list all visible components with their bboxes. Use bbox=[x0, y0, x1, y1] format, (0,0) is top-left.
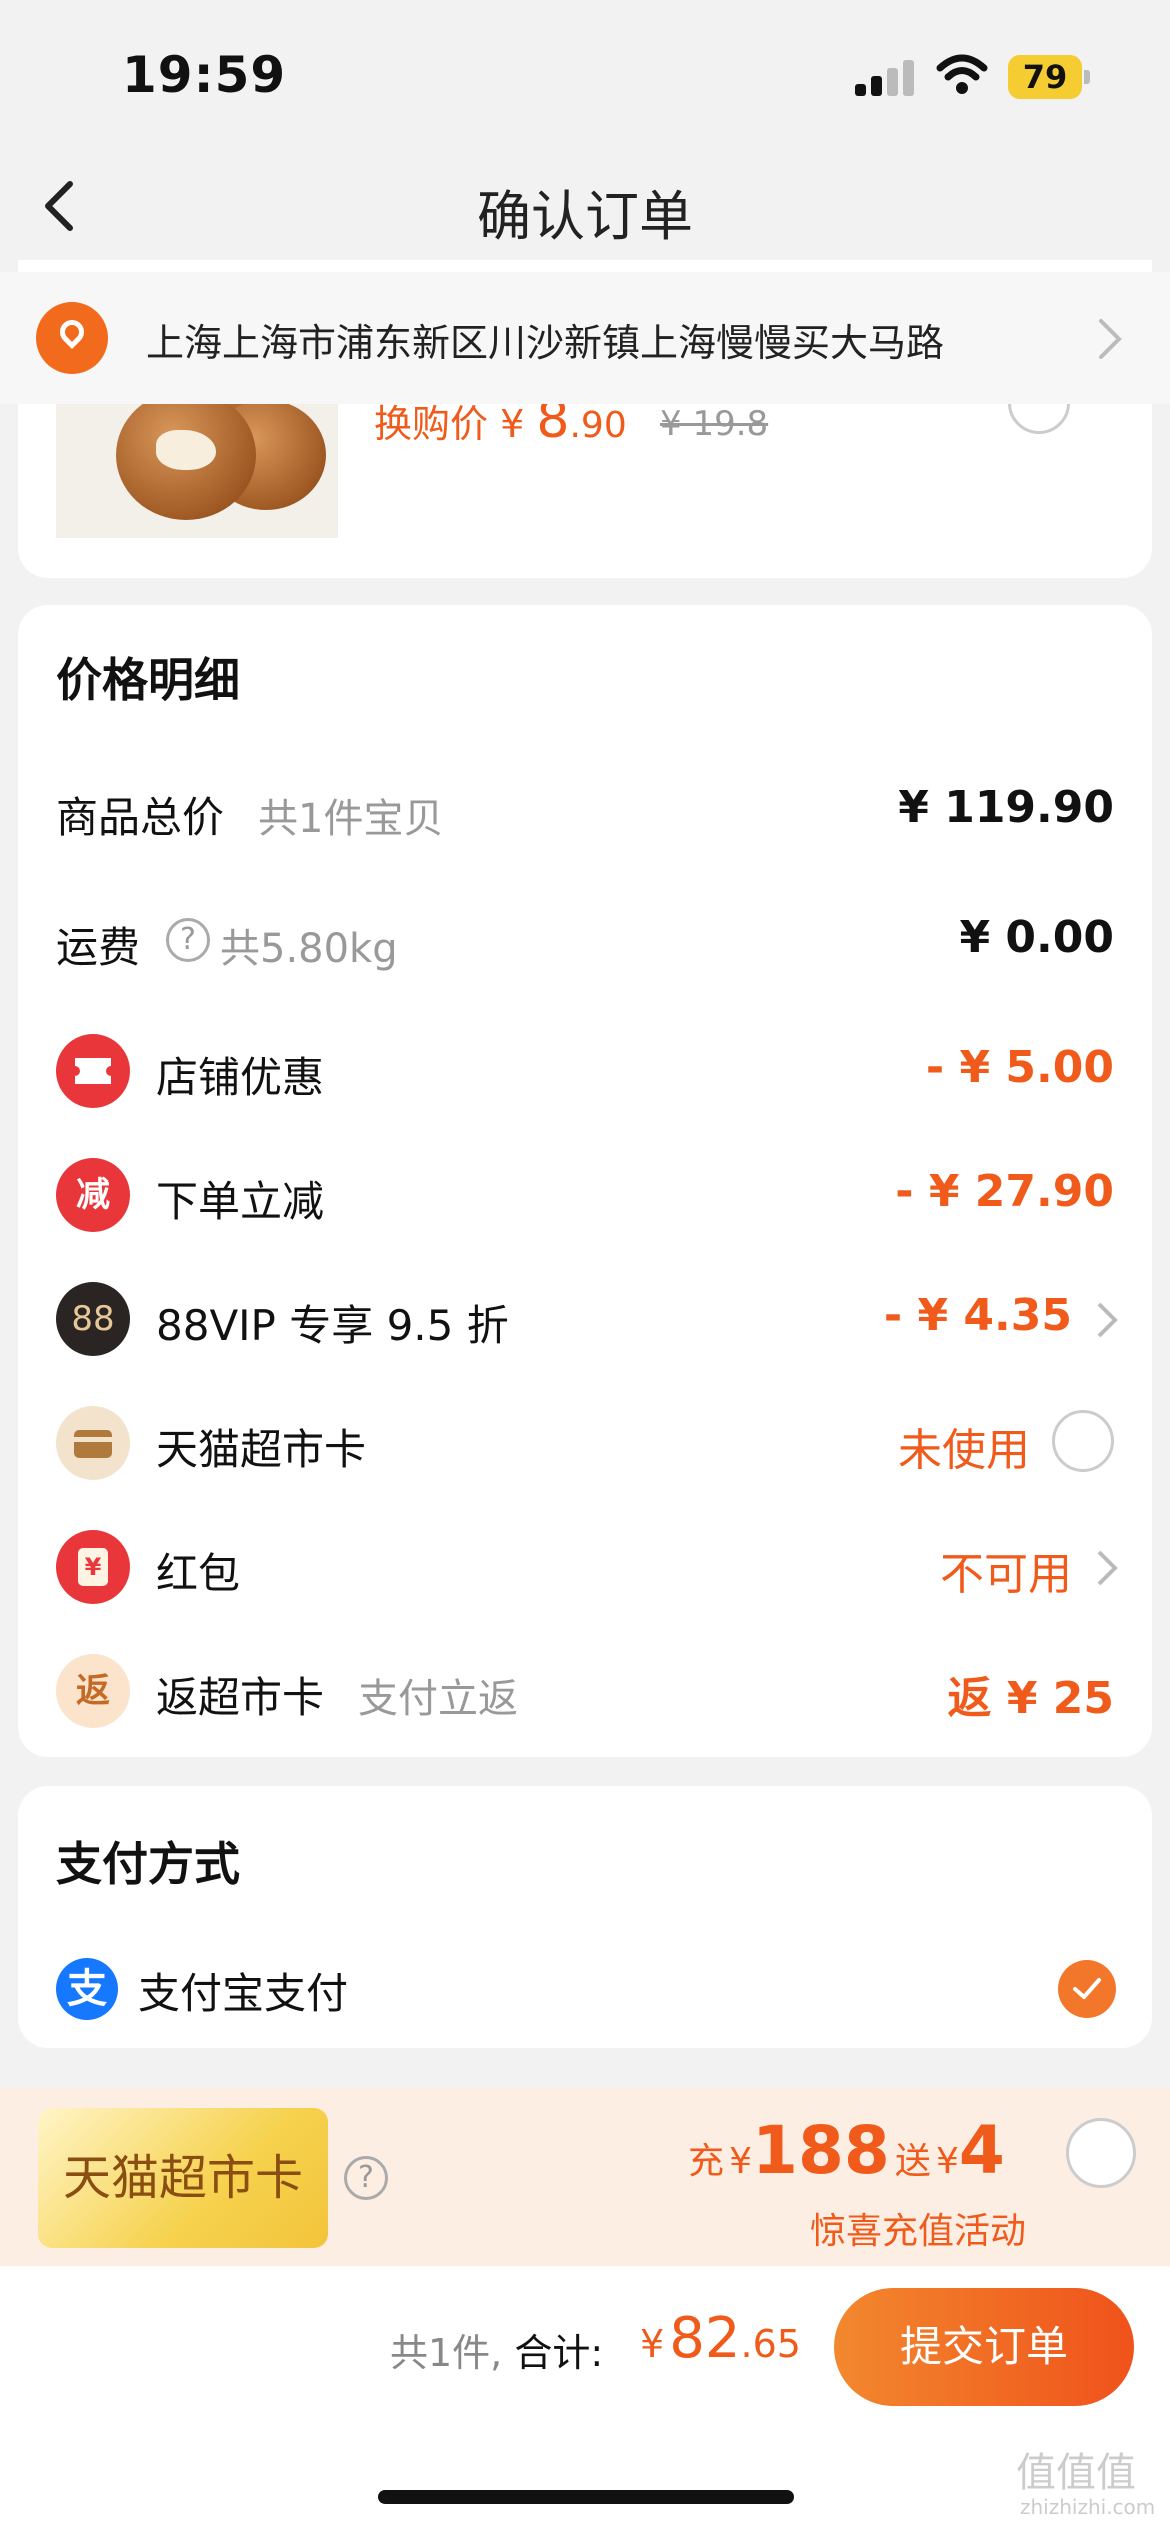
card-icon bbox=[56, 1406, 130, 1480]
tmall-card-value: 未使用 bbox=[898, 1425, 1030, 1476]
red-packet-icon: ¥ bbox=[56, 1530, 130, 1604]
reduce-icon: 减 bbox=[56, 1158, 130, 1232]
order-reduce-value: - ¥ 27.90 bbox=[895, 1166, 1114, 1217]
swap-price-dec: .90 bbox=[569, 405, 627, 446]
help-icon[interactable]: ? bbox=[344, 2156, 388, 2200]
payment-title: 支付方式 bbox=[56, 1837, 240, 1891]
ticket-icon bbox=[56, 1034, 130, 1108]
home-indicator[interactable] bbox=[378, 2490, 794, 2504]
vip88-icon: 88 bbox=[56, 1282, 130, 1356]
recharge-desc: 惊喜充值活动 bbox=[810, 2211, 1027, 2252]
price-detail-title: 价格明细 bbox=[56, 653, 240, 707]
shipping-value: ¥ 0.00 bbox=[959, 912, 1115, 963]
recharge-offer: 充 ¥188 送 ¥4 bbox=[688, 2112, 1005, 2189]
tmall-card-label: 天猫超市卡 bbox=[156, 1425, 367, 1474]
cellular-signal-icon bbox=[855, 60, 915, 96]
total-label: 共1件, 合计: bbox=[390, 2331, 604, 2375]
payment-checked-icon[interactable] bbox=[1058, 1960, 1116, 2018]
location-pin-icon bbox=[36, 302, 108, 374]
recharge-radio[interactable] bbox=[1066, 2118, 1136, 2188]
swap-price-label: 换购价 bbox=[374, 402, 489, 446]
page-title: 确认订单 bbox=[477, 185, 693, 248]
payment-method[interactable]: 支付宝支付 bbox=[138, 1960, 348, 2021]
red-packet-value[interactable]: 不可用 bbox=[940, 1538, 1072, 1602]
address-bar[interactable]: 上海上海市浦东新区川沙新镇上海慢慢买大马路 bbox=[0, 272, 1170, 404]
tmall-card-badge: 天猫超市卡 bbox=[38, 2108, 328, 2248]
total-amount: ¥ 82.65 bbox=[640, 2306, 801, 2371]
cashback-value: 返 ¥ 25 bbox=[947, 1673, 1114, 1724]
goods-total-label: 商品总价 bbox=[56, 793, 225, 842]
goods-count: 共1件宝贝 bbox=[258, 796, 444, 842]
address-text: 上海上海市浦东新区川沙新镇上海慢慢买大马路 bbox=[146, 321, 945, 365]
shipping-weight: 共5.80kg bbox=[220, 926, 398, 972]
order-reduce-label: 下单立减 bbox=[156, 1177, 325, 1226]
original-price: ¥ 19.8 bbox=[660, 404, 769, 444]
vip-discount-value[interactable]: - ¥ 4.35 bbox=[884, 1290, 1072, 1341]
battery-level: 79 bbox=[1008, 55, 1082, 99]
watermark: 值值值 bbox=[1016, 2450, 1136, 2496]
shipping-label: 运费 bbox=[56, 923, 141, 972]
chevron-right-icon bbox=[1099, 319, 1122, 359]
red-packet-label: 红包 bbox=[156, 1549, 241, 1598]
store-discount-value: - ¥ 5.00 bbox=[925, 1042, 1114, 1093]
wifi-icon bbox=[936, 54, 988, 94]
goods-total-value: ¥ 119.90 bbox=[898, 782, 1114, 833]
battery-icon: 79 bbox=[1008, 55, 1090, 99]
store-discount-label: 店铺优惠 bbox=[156, 1053, 325, 1102]
tmall-card-radio[interactable] bbox=[1052, 1410, 1114, 1472]
cashback-label: 返超市卡 bbox=[156, 1673, 325, 1722]
help-icon[interactable]: ? bbox=[166, 918, 210, 962]
cashback-icon: 返 bbox=[56, 1654, 130, 1728]
swap-price-currency: ¥ bbox=[500, 402, 525, 446]
chevron-right-icon[interactable] bbox=[1094, 1548, 1120, 1588]
chevron-right-icon[interactable] bbox=[1094, 1300, 1120, 1340]
watermark-url: zhizhizhi.com bbox=[1020, 2495, 1156, 2519]
submit-order-button[interactable]: 提交订单 bbox=[834, 2288, 1134, 2406]
cashback-sub: 支付立返 bbox=[358, 1676, 518, 1722]
alipay-icon: 支 bbox=[56, 1958, 118, 2020]
vip-discount-label: 88VIP 专享 9.5 折 bbox=[156, 1301, 509, 1350]
status-time: 19:59 bbox=[122, 46, 287, 104]
